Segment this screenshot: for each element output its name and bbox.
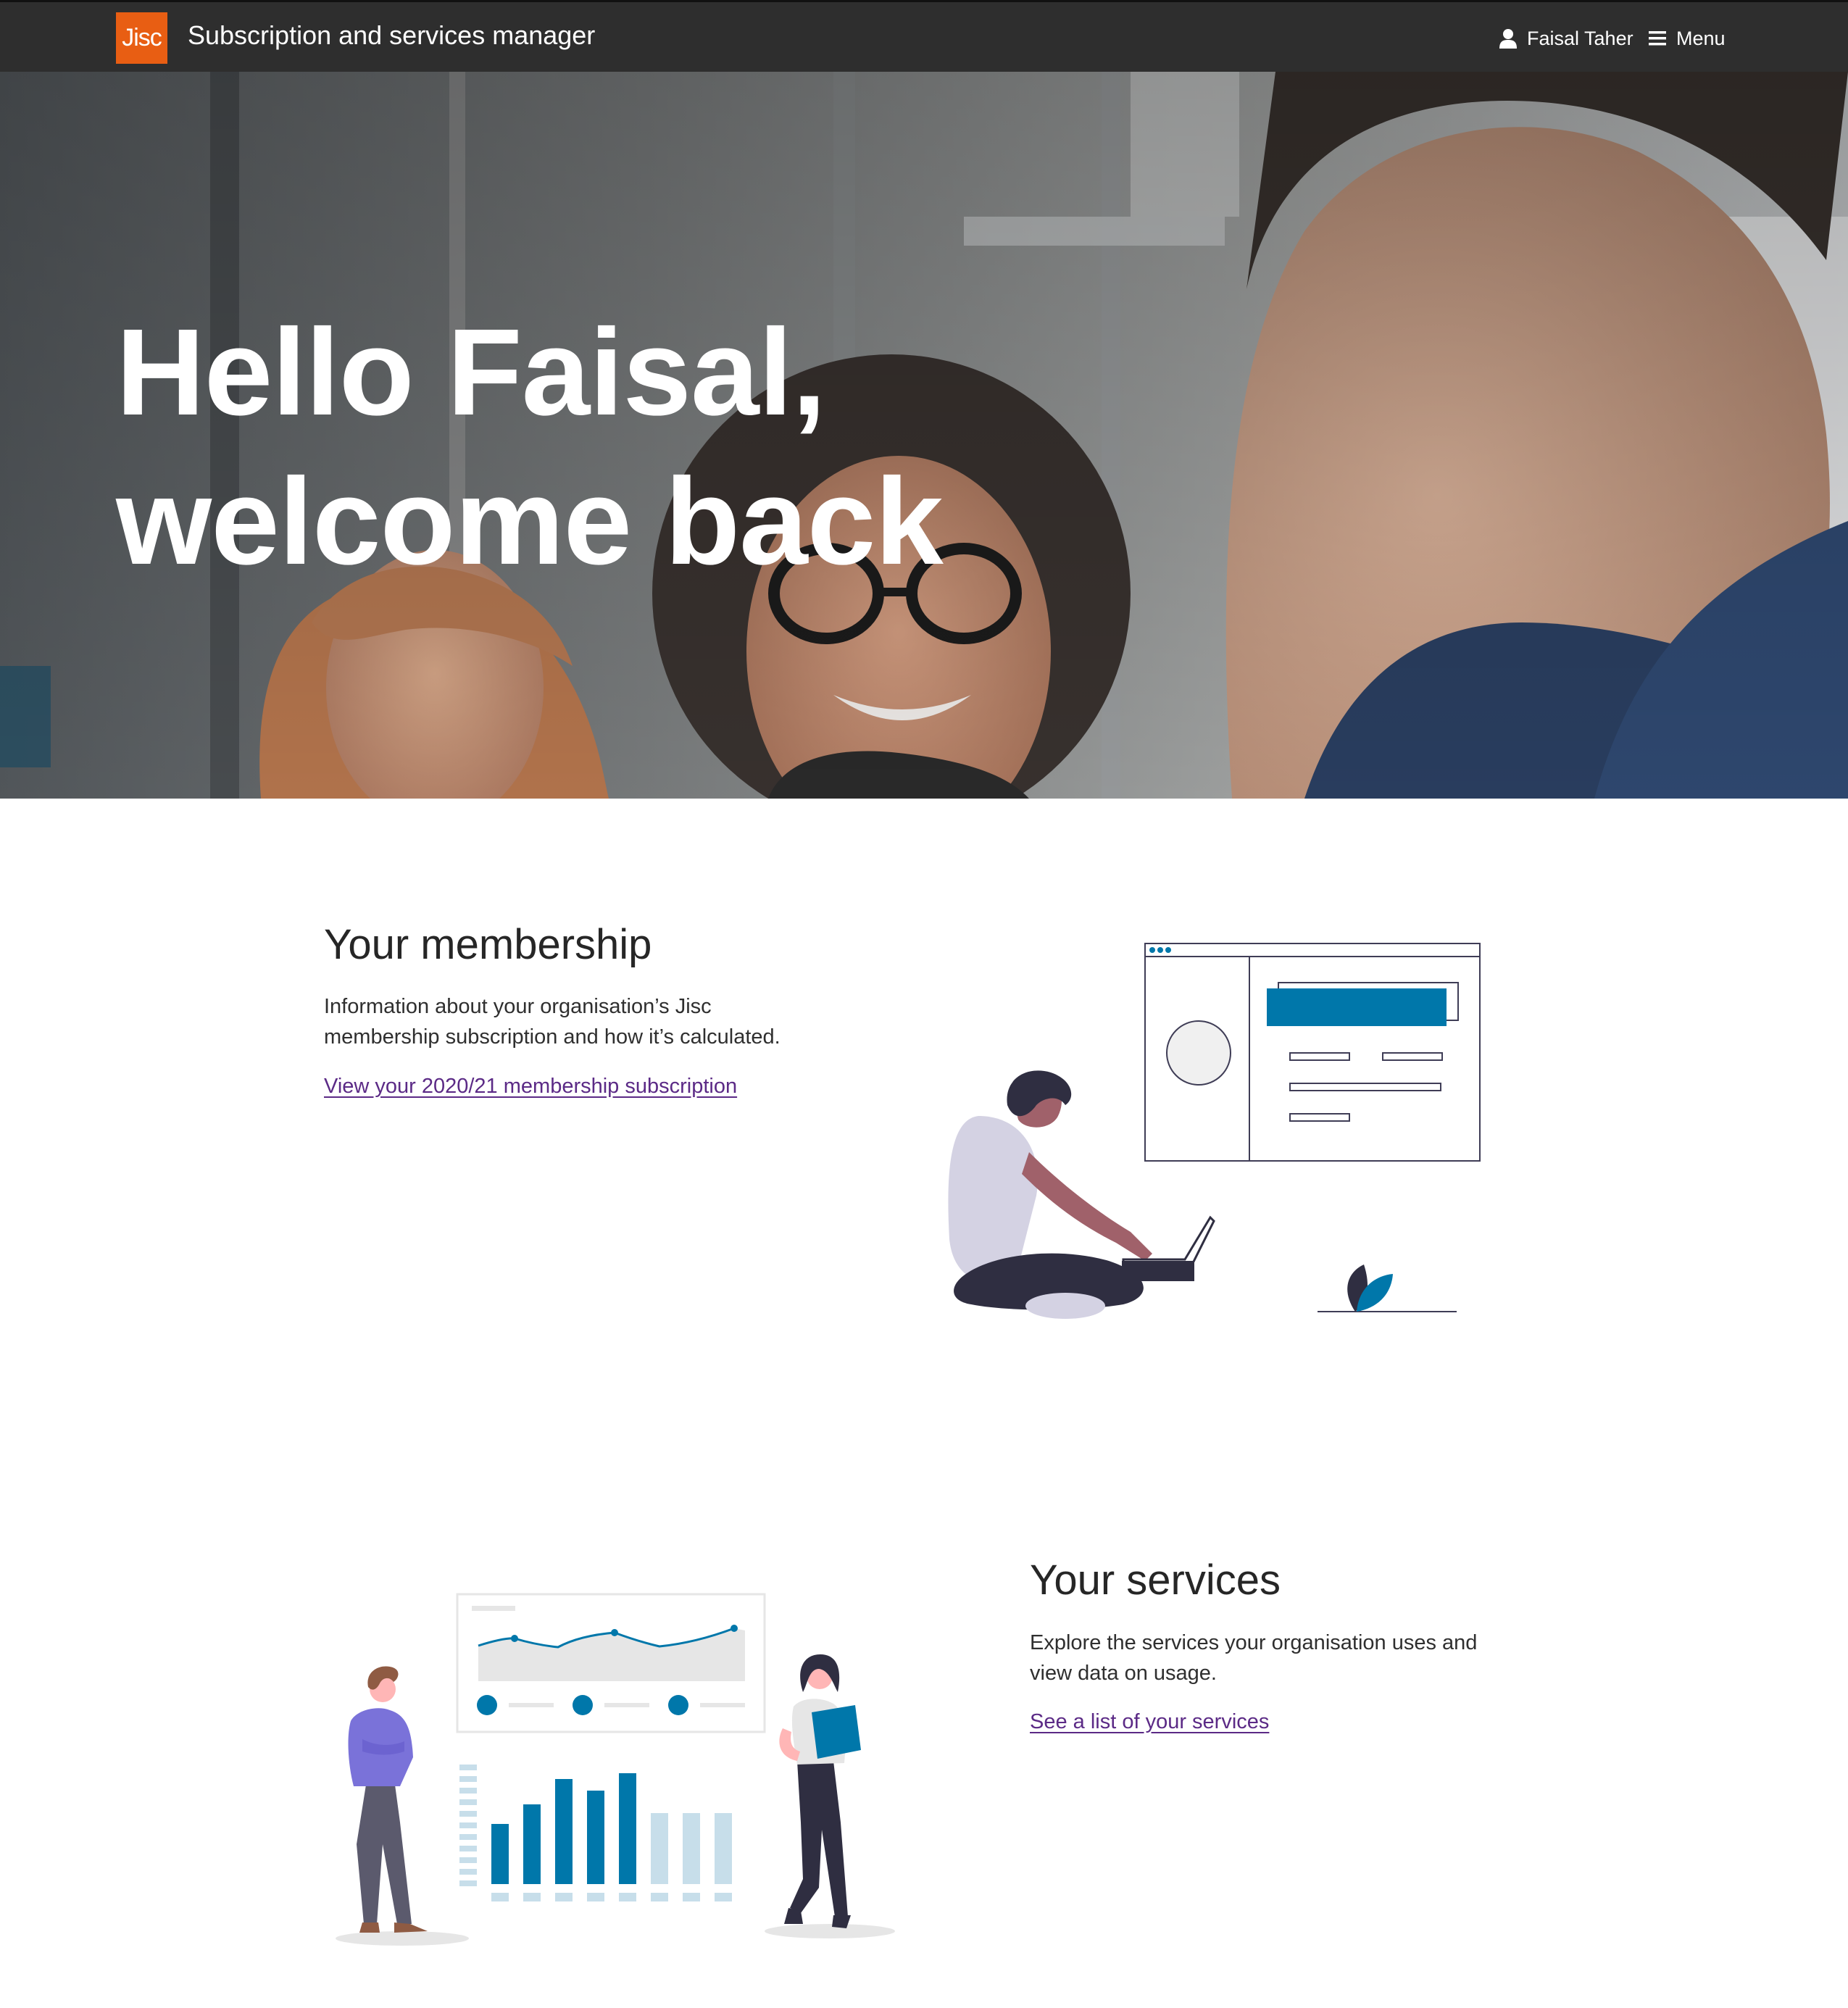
hero-banner: Hello Faisal, welcome back [0,72,1848,799]
menu-button[interactable]: Menu [1649,24,1726,53]
user-account-link[interactable]: Faisal Taher [1499,24,1633,53]
hero-greeting: Hello Faisal, welcome back [116,298,944,596]
services-illustration [336,1593,895,1946]
membership-description-line-1: Information about your organisation’s Ji… [324,995,712,1018]
jisc-logo[interactable]: Jisc [116,12,167,64]
services-description-line-1: Explore the services your organisation u… [1030,1631,1478,1654]
see-services-list-link[interactable]: See a list of your services [1030,1710,1269,1734]
logo-text: Jisc [122,24,162,51]
menu-label: Menu [1676,27,1726,49]
membership-description-line-2: membership subscription and how it’s cal… [324,1025,781,1049]
services-description: Explore the services your organisation u… [1030,1628,1477,1688]
hamburger-menu-icon [1649,31,1666,46]
user-icon [1499,29,1517,49]
membership-title: Your membership [324,921,652,968]
app-title[interactable]: Subscription and services manager [188,20,595,51]
hero-greeting-line-1: Hello Faisal, [116,304,826,441]
services-description-line-2: view data on usage. [1030,1662,1217,1685]
membership-description: Information about your organisation’s Ji… [324,991,781,1052]
site-header: Jisc Subscription and services manager F… [0,0,1848,72]
services-title: Your services [1030,1557,1281,1604]
view-membership-subscription-link[interactable]: View your 2020/21 membership subscriptio… [324,1075,737,1099]
membership-illustration [948,943,1481,1319]
hero-greeting-line-2: welcome back [116,453,944,591]
user-name: Faisal Taher [1527,27,1633,49]
